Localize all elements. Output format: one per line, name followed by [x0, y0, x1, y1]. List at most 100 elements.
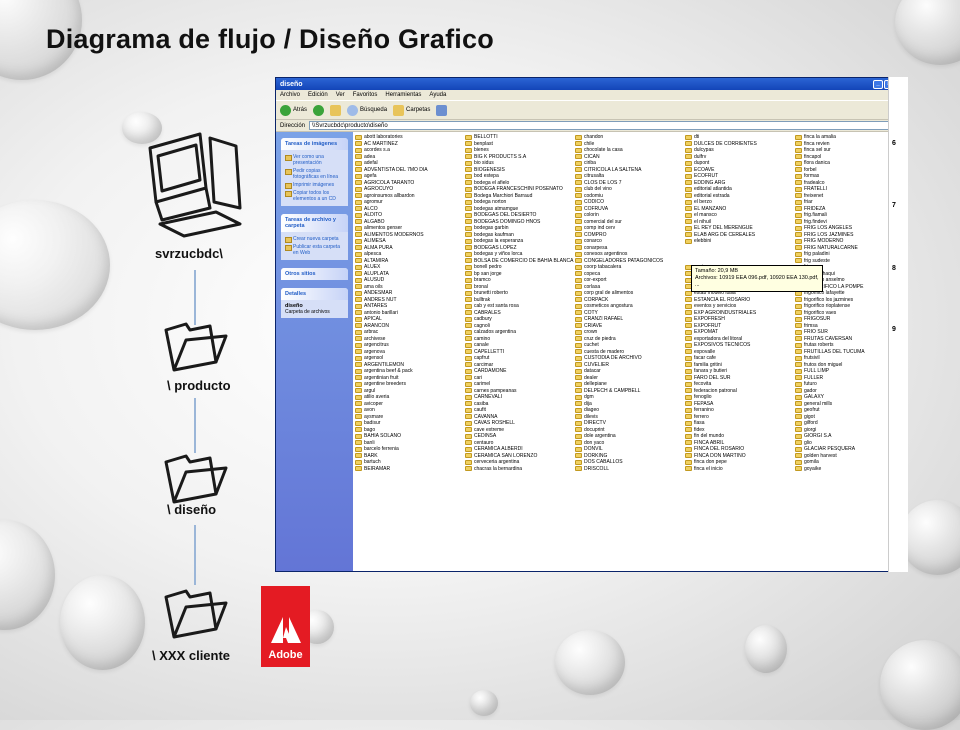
folder-icon — [355, 310, 362, 316]
folder-icon — [355, 258, 362, 264]
menu-edicion[interactable]: Edición — [308, 92, 328, 98]
folder-icon — [575, 453, 582, 459]
address-input[interactable]: \\Svrzucbdc\producto\diseño — [309, 121, 890, 130]
folder-icon — [355, 141, 362, 147]
folder-item[interactable]: chacras la bernardina — [465, 466, 575, 473]
folder-icon — [575, 388, 582, 394]
folder-icon — [795, 245, 802, 251]
folder-icon — [795, 310, 802, 316]
folder-icon — [465, 154, 472, 160]
task-link[interactable]: Crear nueva carpeta — [285, 235, 344, 243]
other-places-header[interactable]: Otros sitios — [281, 268, 348, 280]
folder-item[interactable]: finca el inicio — [685, 466, 795, 473]
menu-ayuda[interactable]: Ayuda — [429, 92, 446, 98]
views-button[interactable] — [436, 104, 448, 116]
folder-icon — [685, 401, 692, 407]
folder-icon — [465, 212, 472, 218]
menu-favoritos[interactable]: Favoritos — [353, 92, 378, 98]
folders-icon — [393, 104, 405, 116]
search-icon — [347, 104, 359, 116]
forward-button[interactable] — [313, 104, 325, 116]
menu-herramientas[interactable]: Herramientas — [385, 92, 421, 98]
folder-icon — [355, 466, 362, 472]
file-column: chandon chile chocolate la casa CICAN ciriba… — [575, 134, 685, 570]
folder-icon — [355, 407, 362, 413]
folder-icon — [355, 329, 362, 335]
folder-item[interactable]: DRISCOLL — [575, 466, 685, 473]
window-titlebar[interactable]: diseño _ □ × — [276, 78, 907, 90]
folder-icon — [795, 433, 802, 439]
folder-icon — [355, 342, 362, 348]
folder-icon — [575, 219, 582, 225]
folder-icon — [465, 258, 472, 264]
folder-icon — [575, 394, 582, 400]
folder-icon — [575, 466, 582, 472]
folder-icon — [164, 322, 228, 372]
folder-icon — [685, 193, 692, 199]
folders-button[interactable]: Carpetas — [393, 104, 430, 116]
folder-item[interactable]: BEIRAMAR — [355, 466, 465, 473]
folder-name: finca el inicio — [694, 465, 723, 472]
folder-icon — [575, 245, 582, 251]
folder-icon — [685, 420, 692, 426]
address-bar: Dirección \\Svrzucbdc\producto\diseño Ir — [276, 120, 907, 132]
task-link[interactable]: Publicar esta carpeta en Web — [285, 243, 344, 257]
folder-icon — [575, 297, 582, 303]
search-button[interactable]: Búsqueda — [347, 104, 387, 116]
adobe-logo: Adobe — [261, 586, 310, 667]
folder-icon — [575, 310, 582, 316]
folder-icon — [685, 394, 692, 400]
folder-icon — [355, 303, 362, 309]
folder-icon — [355, 264, 362, 270]
details-header[interactable]: Detalles — [281, 288, 348, 300]
folder-icon — [795, 381, 802, 387]
folder-icon — [575, 375, 582, 381]
folder-icon — [355, 199, 362, 205]
folder-icon — [575, 141, 582, 147]
image-tasks-header[interactable]: Tareas de imágenes — [281, 138, 348, 150]
folder-icon — [575, 193, 582, 199]
diseno-label: \ diseño — [167, 502, 217, 517]
task-link[interactable]: Pedir copias fotográficas en línea — [285, 167, 344, 181]
folder-icon — [465, 238, 472, 244]
up-folder-button[interactable] — [330, 104, 342, 116]
folder-icon — [465, 297, 472, 303]
folder-icon — [685, 336, 692, 342]
folder-icon — [685, 212, 692, 218]
folder-icon — [575, 180, 582, 186]
task-link[interactable]: Ver como una presentación — [285, 153, 344, 167]
folder-icon — [465, 147, 472, 153]
folder-icon — [575, 264, 582, 270]
file-tasks-header[interactable]: Tareas de archivo y carpeta — [281, 214, 348, 232]
task-link[interactable]: Copiar todos los elementos a un CD — [285, 189, 344, 203]
folder-icon — [795, 446, 802, 452]
file-list: abott laboratories AC MARTINEZ acordes s.a… — [353, 132, 907, 571]
folder-icon — [465, 284, 472, 290]
folder-icon — [355, 433, 362, 439]
folder-name: goyaike — [804, 465, 822, 472]
folder-icon — [465, 355, 472, 361]
minimize-button[interactable]: _ — [873, 79, 883, 89]
folder-icon — [465, 264, 472, 270]
folder-icon — [795, 225, 802, 231]
adobe-a-icon — [270, 617, 301, 643]
folder-icon — [575, 167, 582, 173]
folder-icon — [355, 232, 362, 238]
folder-icon — [355, 290, 362, 296]
folder-icon — [685, 316, 692, 322]
folder-icon — [685, 407, 692, 413]
folder-icon — [465, 134, 472, 140]
forward-arrow-icon — [313, 104, 325, 116]
back-button[interactable]: Atrás — [280, 104, 307, 116]
decorative-bubble — [895, 0, 960, 65]
folder-icon — [355, 414, 362, 420]
folder-icon — [575, 303, 582, 309]
folder-icon — [795, 414, 802, 420]
folder-icon — [355, 167, 362, 173]
folder-icon — [355, 336, 362, 342]
folder-icon — [355, 355, 362, 361]
menu-archivo[interactable]: Archivo — [280, 92, 300, 98]
task-link[interactable]: Imprimir imágenes — [285, 181, 344, 189]
menu-ver[interactable]: Ver — [336, 92, 345, 98]
folder-icon — [355, 186, 362, 192]
